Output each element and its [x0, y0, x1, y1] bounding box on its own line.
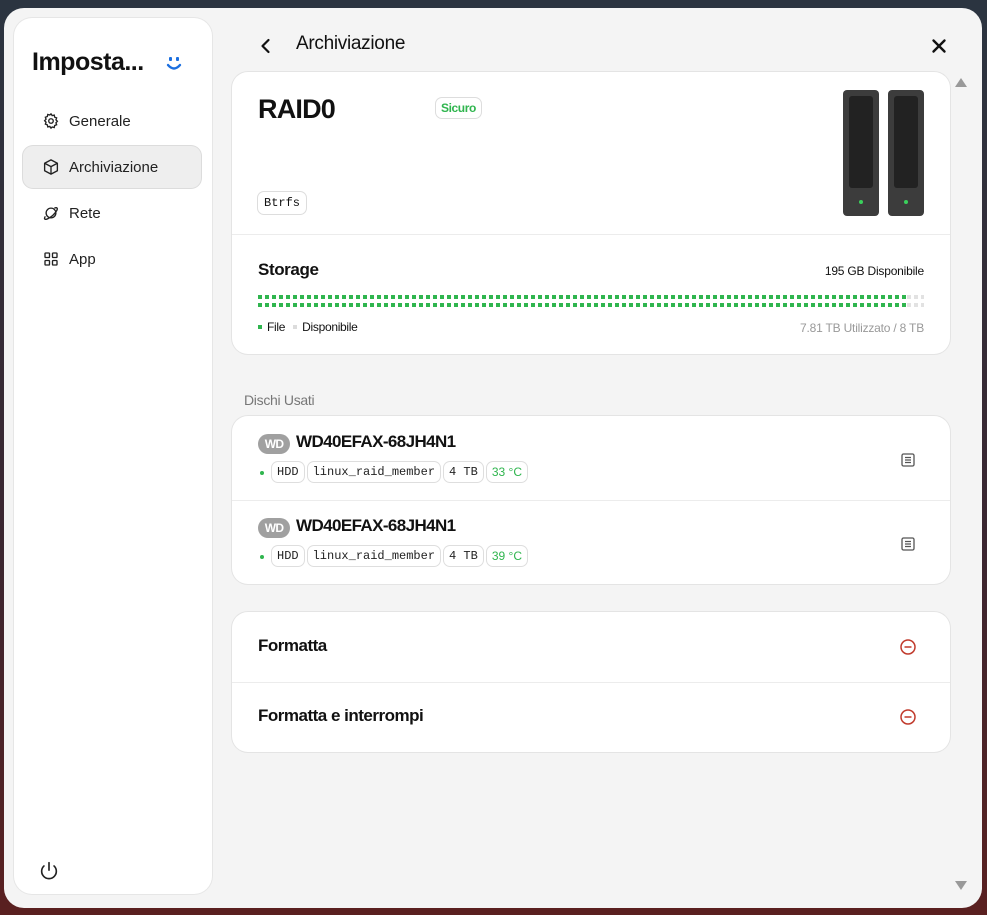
drive-bay-icon	[843, 90, 879, 216]
wd-logo-icon: WD	[258, 434, 290, 454]
app-title: Imposta...	[32, 48, 144, 76]
format-action[interactable]: Formatta	[232, 612, 950, 682]
smile-logo-icon	[166, 57, 182, 70]
sidebar-item-label: Rete	[69, 204, 101, 222]
back-chevron-icon[interactable]	[256, 36, 276, 56]
tag-temperature: 33 °C	[487, 462, 527, 482]
raid-card: RAID0 Sicuro Btrfs Storage 195 GB Dispon…	[232, 72, 950, 354]
storage-legend: File Disponibile	[258, 320, 366, 334]
disk-status-dot	[260, 555, 264, 559]
cube-icon	[43, 159, 59, 175]
disk-row[interactable]: WD WD40EFAX-68JH4N1 HDD linux_raid_membe…	[232, 500, 950, 584]
actions-card: Formatta Formatta e interrompi	[232, 612, 950, 752]
close-icon[interactable]	[929, 36, 949, 56]
details-icon[interactable]	[900, 536, 916, 552]
storage-available: 195 GB Disponibile	[824, 264, 924, 278]
sidebar-item-rete[interactable]: Rete	[23, 192, 201, 234]
disk-status-dot	[260, 471, 264, 475]
tag-type: HDD	[272, 546, 304, 566]
disk-tags: HDD linux_raid_member 4 TB 33 °C	[272, 462, 531, 482]
storage-label: Storage	[258, 260, 319, 279]
sidebar-item-archiviazione[interactable]: Archiviazione	[23, 146, 201, 188]
section-title-disks: Dischi Usati	[244, 392, 315, 408]
sidebar: Imposta... Generale Archiviazione Rete A…	[14, 18, 212, 894]
scroll-up-arrow[interactable]	[955, 78, 967, 87]
disks-card: WD WD40EFAX-68JH4N1 HDD linux_raid_membe…	[232, 416, 950, 584]
tag-size: 4 TB	[444, 462, 483, 482]
storage-usage-bar	[258, 295, 924, 309]
storage-bar-used	[258, 295, 907, 309]
disk-tags: HDD linux_raid_member 4 TB 39 °C	[272, 546, 531, 566]
planet-icon	[43, 207, 58, 220]
status-badge: Sicuro	[436, 98, 481, 118]
sidebar-item-app[interactable]: App	[23, 238, 201, 280]
legend-label: Disponibile	[302, 320, 358, 334]
minus-circle-icon[interactable]	[899, 708, 917, 726]
tag-type: HDD	[272, 462, 304, 482]
scroll-down-arrow[interactable]	[955, 881, 967, 890]
tag-size: 4 TB	[444, 546, 483, 566]
legend-label: File	[267, 320, 286, 334]
grid-icon	[44, 252, 58, 266]
format-and-stop-action[interactable]: Formatta e interrompi	[232, 682, 950, 752]
sidebar-item-label: Archiviazione	[69, 158, 159, 176]
page-title: Archiviazione	[296, 33, 406, 54]
storage-usage-text: 7.81 TB Utilizzato / 8 TB	[800, 321, 924, 335]
action-label: Formatta	[258, 636, 327, 655]
wd-logo-icon: WD	[258, 518, 290, 538]
tag-fs-type: linux_raid_member	[308, 462, 440, 482]
tag-temperature: 39 °C	[487, 546, 527, 566]
divider	[232, 234, 950, 235]
gear-icon	[43, 112, 59, 130]
sidebar-item-generale[interactable]: Generale	[23, 100, 201, 142]
legend-item-free: Disponibile	[293, 320, 358, 334]
drive-led	[859, 200, 863, 204]
drive-led	[904, 200, 908, 204]
legend-item-file: File	[258, 320, 285, 334]
sidebar-item-label: Generale	[69, 112, 131, 130]
sidebar-item-label: App	[69, 250, 96, 268]
tag-fs-type: linux_raid_member	[308, 546, 440, 566]
power-icon[interactable]	[38, 860, 60, 882]
minus-circle-icon[interactable]	[899, 638, 917, 656]
details-icon[interactable]	[900, 452, 916, 468]
raid-name: RAID0	[258, 94, 336, 124]
filesystem-badge: Btrfs	[258, 192, 306, 214]
disk-name: WD40EFAX-68JH4N1	[296, 432, 456, 451]
disk-row[interactable]: WD WD40EFAX-68JH4N1 HDD linux_raid_membe…	[232, 416, 950, 500]
action-label: Formatta e interrompi	[258, 706, 424, 725]
drive-bay-icon	[888, 90, 924, 216]
disk-name: WD40EFAX-68JH4N1	[296, 516, 456, 535]
settings-window: Imposta... Generale Archiviazione Rete A…	[4, 8, 982, 908]
storage-bar-free	[907, 295, 924, 309]
